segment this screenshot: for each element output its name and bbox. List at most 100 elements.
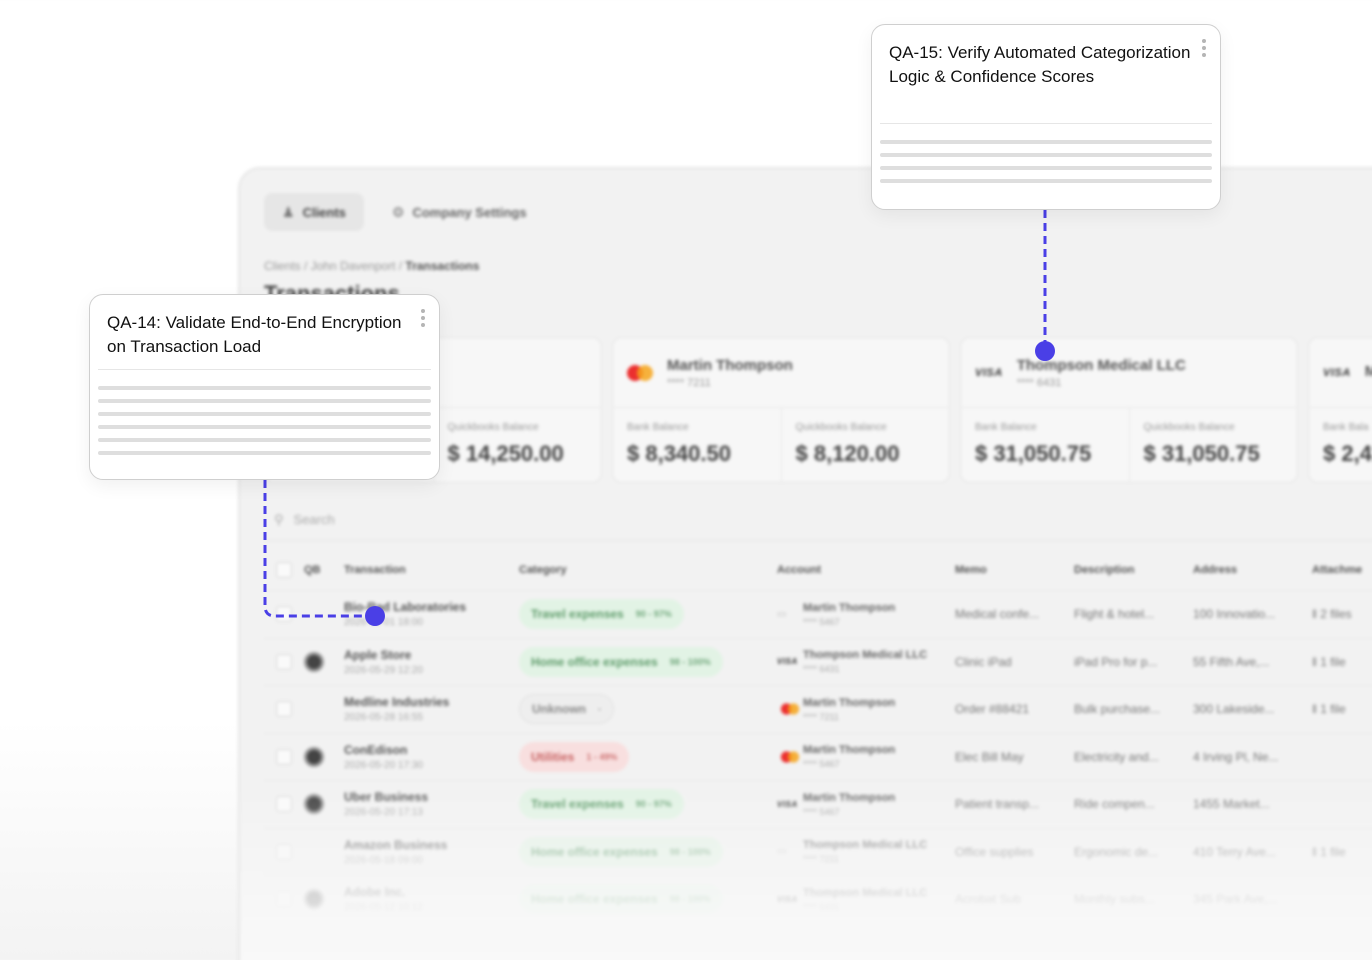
description-cell: iPad Pro for p... bbox=[1074, 654, 1158, 669]
transaction-name: Medline Industries bbox=[344, 695, 450, 710]
table-row[interactable]: Medline Industries 2026-05-28 16:55 Unknow… bbox=[264, 686, 1372, 734]
row-checkbox[interactable] bbox=[276, 606, 292, 623]
row-checkbox[interactable] bbox=[276, 701, 292, 718]
description-cell: Monthly subs... bbox=[1074, 892, 1155, 907]
placeholder-line bbox=[98, 451, 431, 455]
address-cell: 410 Terry Ave... bbox=[1193, 844, 1276, 859]
category-label: Unknown bbox=[532, 702, 586, 717]
address-cell: 4 Irving Pl, Ne... bbox=[1193, 749, 1279, 764]
mastercard-icon bbox=[627, 364, 653, 381]
attachments-cell[interactable]: ‖ 2 files bbox=[1312, 607, 1372, 621]
table-row[interactable]: Apple Store 2026-05-29 12:20 Home office e… bbox=[264, 639, 1372, 686]
quickbooks-icon bbox=[304, 794, 324, 815]
account-card[interactable]: VISA M Bank Bala $ 2,41 bbox=[1308, 337, 1372, 483]
placeholder-line bbox=[880, 140, 1212, 144]
visa-icon: VISA bbox=[777, 894, 798, 904]
memo-cell: Elec Bill May bbox=[955, 749, 1024, 764]
category-pill[interactable]: Travel expenses 90 - 97% bbox=[519, 599, 684, 630]
table-row[interactable]: ConEdison 2026-05-20 17:30 Utilities 1 - 49… bbox=[264, 734, 1372, 781]
column-header-attachments[interactable]: Attachme bbox=[1312, 564, 1372, 576]
transaction-name: Bio-Rad Laboratories bbox=[344, 600, 467, 615]
attachments-cell[interactable]: ‖ 1 file bbox=[1312, 702, 1372, 716]
bank-balance-value: $ 31,050.75 bbox=[975, 441, 1092, 466]
attachments-cell[interactable]: ‖ 1 file bbox=[1312, 845, 1372, 859]
address-cell: 300 Lakeside... bbox=[1193, 702, 1275, 717]
qa-card-title: QA-15: Verify Automated Categorization L… bbox=[889, 43, 1191, 86]
table-row[interactable]: Adobe Inc. 2026-05-12 10:12 Home office ex… bbox=[264, 876, 1372, 924]
row-checkbox[interactable] bbox=[276, 843, 292, 860]
breadcrumb-current: Transactions bbox=[405, 259, 480, 273]
category-pill[interactable]: Home office expenses 98 - 100% bbox=[519, 884, 723, 915]
confidence-score: 98 - 100% bbox=[669, 894, 711, 905]
search-icon: ⚲ bbox=[274, 511, 284, 527]
table-row[interactable]: Uber Business 2026-05-20 17:13 Travel expe… bbox=[264, 781, 1372, 829]
transaction-name: Apple Store bbox=[344, 647, 412, 662]
category-pill[interactable]: Home office expenses 98 - 100% bbox=[519, 646, 723, 677]
tab-company-settings[interactable]: ⚙ Company Settings bbox=[374, 193, 545, 231]
account-card[interactable]: VISA Thompson Medical LLC **** 6431 Bank … bbox=[960, 337, 1298, 483]
table-row[interactable]: Bio-Rad Laboratories 2026-06-01 18:00 Trav… bbox=[264, 591, 1372, 639]
attachment-count: 1 file bbox=[1320, 844, 1346, 859]
topbar: ♟ Clients ⚙ Company Settings bbox=[264, 193, 545, 231]
transaction-date: 2026-05-12 10:12 bbox=[344, 902, 423, 914]
column-header-memo[interactable]: Memo bbox=[955, 564, 1074, 576]
account-name: Martin Thompson bbox=[803, 696, 896, 709]
row-checkbox[interactable] bbox=[276, 891, 292, 908]
transaction-name: Adobe Inc. bbox=[344, 885, 406, 900]
more-vertical-icon[interactable] bbox=[421, 309, 425, 327]
transaction-date: 2026-05-29 12:20 bbox=[344, 664, 423, 676]
row-checkbox[interactable] bbox=[276, 796, 292, 813]
column-header-category[interactable]: Category bbox=[519, 564, 777, 576]
card-mask: **** 6431 bbox=[1016, 376, 1062, 389]
memo-cell: Order #88421 bbox=[955, 702, 1030, 717]
qa-card-qa-14[interactable]: QA-14: Validate End-to-End Encryption on… bbox=[89, 294, 440, 480]
bank-balance-value: $ 8,340.50 bbox=[627, 441, 731, 466]
row-checkbox[interactable] bbox=[276, 653, 292, 670]
search-input[interactable]: Search bbox=[294, 512, 335, 527]
card-name: Martin Thompson bbox=[667, 356, 793, 374]
column-header-address[interactable]: Address bbox=[1193, 564, 1312, 576]
card-icon: ▭ bbox=[777, 608, 787, 620]
column-header-description[interactable]: Description bbox=[1074, 564, 1193, 576]
column-header-account[interactable]: Account bbox=[777, 564, 955, 576]
placeholder-line bbox=[98, 425, 431, 429]
search-bar[interactable]: ⚲ Search bbox=[264, 499, 1372, 541]
confidence-score: 98 - 100% bbox=[669, 656, 711, 667]
category-pill[interactable]: Travel expenses 90 - 97% bbox=[519, 789, 684, 820]
address-cell: 55 Fifth Ave,... bbox=[1193, 654, 1270, 669]
address-cell: 345 Park Ave,... bbox=[1193, 892, 1278, 907]
breadcrumb-path[interactable]: Clients / John Davenport / bbox=[264, 259, 405, 273]
attachments-cell[interactable]: ‖ 1 file bbox=[1312, 655, 1372, 669]
description-cell: Electricity and... bbox=[1074, 749, 1159, 764]
transaction-date: 2026-06-01 18:00 bbox=[344, 617, 423, 629]
tab-company-settings-label: Company Settings bbox=[412, 204, 527, 220]
table-header: QB Transaction Category Account Memo Des… bbox=[264, 549, 1372, 591]
account-card[interactable]: Martin Thompson **** 7211 Bank Balance $ 8… bbox=[612, 337, 950, 483]
category-pill[interactable]: Unknown - bbox=[519, 694, 614, 725]
category-pill[interactable]: Utilities 1 - 49% bbox=[519, 741, 630, 772]
confidence-score: 98 - 100% bbox=[669, 846, 711, 857]
table-row[interactable]: Amazon Business 2026-05-18 09:00 Home offi… bbox=[264, 829, 1372, 876]
column-header-qb[interactable]: QB bbox=[304, 564, 344, 576]
memo-cell: Medical confe... bbox=[955, 607, 1040, 622]
category-pill[interactable]: Home office expenses 98 - 100% bbox=[519, 836, 723, 867]
card-icon: ▭ bbox=[777, 846, 787, 858]
account-mask: **** 7211 bbox=[803, 854, 839, 865]
column-header-transaction[interactable]: Transaction bbox=[344, 564, 519, 576]
attachment-count: 1 file bbox=[1320, 702, 1346, 717]
account-name: Thompson Medical LLC bbox=[803, 649, 928, 662]
qa-card-qa-15[interactable]: QA-15: Verify Automated Categorization L… bbox=[871, 24, 1221, 210]
memo-cell: Office supplies bbox=[955, 844, 1034, 859]
select-all-checkbox[interactable] bbox=[276, 561, 292, 578]
tab-clients[interactable]: ♟ Clients bbox=[264, 193, 364, 231]
placeholder-line bbox=[98, 399, 431, 403]
confidence-score: 1 - 49% bbox=[586, 751, 618, 762]
more-vertical-icon[interactable] bbox=[1202, 39, 1206, 57]
visa-icon: VISA bbox=[777, 799, 798, 809]
memo-cell: Clinic iPad bbox=[955, 654, 1012, 669]
row-checkbox[interactable] bbox=[276, 748, 292, 765]
bank-balance-label: Bank Balance bbox=[627, 422, 689, 433]
placeholder-line bbox=[98, 386, 431, 390]
memo-cell: Acrobat Sub bbox=[955, 892, 1022, 907]
account-mask: **** 6431 bbox=[803, 901, 840, 912]
